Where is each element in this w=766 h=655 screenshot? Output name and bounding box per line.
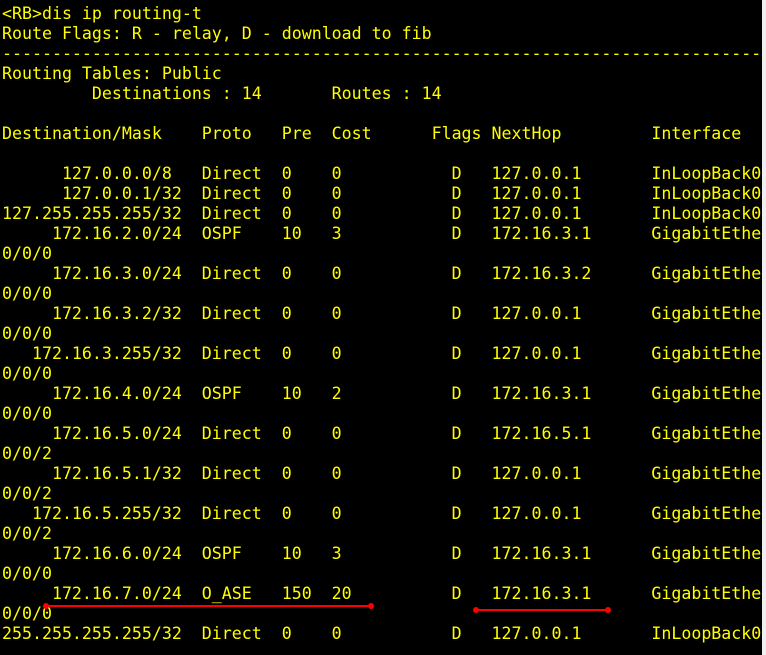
terminal-line: 0/0/0: [2, 564, 52, 583]
terminal-line: 172.16.3.2/32 Direct 0 0 D 127.0.0.1 Gig…: [2, 304, 762, 323]
terminal-line: 0/0/0: [2, 404, 52, 423]
terminal-window[interactable]: <RB>dis ip routing-t Route Flags: R - re…: [0, 0, 766, 655]
terminal-line: 0/0/0: [2, 244, 52, 263]
terminal-line: 0/0/2: [2, 444, 52, 463]
annotation-dot: [605, 607, 611, 613]
terminal-line: 127.0.0.1/32 Direct 0 0 D 127.0.0.1 InLo…: [2, 184, 762, 203]
annotation-dot: [368, 603, 374, 609]
terminal-line: 172.16.6.0/24 OSPF 10 3 D 172.16.3.1 Gig…: [2, 544, 762, 563]
annotation-underline-route: [46, 605, 372, 607]
terminal-line: 255.255.255.255/32 Direct 0 0 D 127.0.0.…: [2, 624, 762, 643]
terminal-line: Route Flags: R - relay, D - download to …: [2, 24, 432, 43]
terminal-line: 0/0/2: [2, 484, 52, 503]
terminal-line: 0/0/0: [2, 284, 52, 303]
terminal-line: 172.16.3.0/24 Direct 0 0 D 172.16.3.2 Gi…: [2, 264, 762, 283]
terminal-line: 0/0/2: [2, 524, 52, 543]
terminal-line: ----------------------------------------…: [2, 44, 766, 63]
terminal-line: 172.16.7.0/24 O_ASE 150 20 D 172.16.3.1 …: [2, 584, 762, 603]
annotation-underline-nexthop: [476, 609, 609, 611]
terminal-line: 172.16.2.0/24 OSPF 10 3 D 172.16.3.1 Gig…: [2, 224, 762, 243]
terminal-line: Routing Tables: Public: [2, 64, 222, 83]
terminal-line: 0/0/0: [2, 364, 52, 383]
terminal-line: Destination/Mask Proto Pre Cost Flags Ne…: [2, 124, 742, 143]
terminal-line: 172.16.4.0/24 OSPF 10 2 D 172.16.3.1 Gig…: [2, 384, 762, 403]
terminal-line: 172.16.5.0/24 Direct 0 0 D 172.16.5.1 Gi…: [2, 424, 762, 443]
terminal-line: 172.16.3.255/32 Direct 0 0 D 127.0.0.1 G…: [2, 344, 762, 363]
terminal-line: 127.0.0.0/8 Direct 0 0 D 127.0.0.1 InLoo…: [2, 164, 762, 183]
annotation-dot: [473, 607, 479, 613]
annotation-dot: [43, 603, 49, 609]
terminal-line: 172.16.5.1/32 Direct 0 0 D 127.0.0.1 Gig…: [2, 464, 762, 483]
terminal-line: 172.16.5.255/32 Direct 0 0 D 127.0.0.1 G…: [2, 504, 762, 523]
terminal-line: 0/0/0: [2, 324, 52, 343]
window-right-edge: [762, 0, 766, 655]
terminal-line: Destinations : 14 Routes : 14: [2, 84, 442, 103]
terminal-line: 127.255.255.255/32 Direct 0 0 D 127.0.0.…: [2, 204, 762, 223]
terminal-line: <RB>dis ip routing-t: [2, 4, 202, 23]
